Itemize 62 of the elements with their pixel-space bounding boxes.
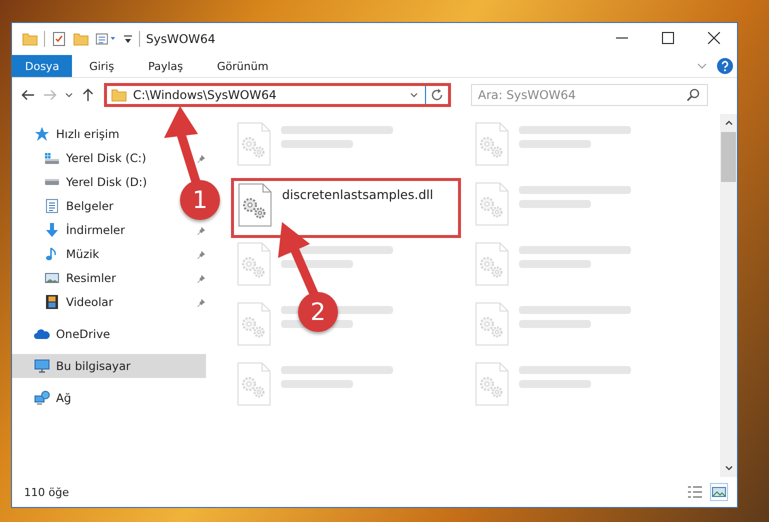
blurred-text-bar: [519, 380, 591, 388]
help-icon[interactable]: [717, 58, 733, 74]
blurred-text-bar: [519, 260, 591, 268]
pin-icon[interactable]: [197, 154, 206, 162]
address-path: C:\Windows\SysWOW64: [133, 88, 278, 102]
pin-icon[interactable]: [197, 250, 206, 258]
close-icon[interactable]: [708, 32, 720, 44]
details-view-icon[interactable]: [687, 484, 703, 500]
folder-icon: [111, 87, 127, 103]
chevron-down-icon[interactable]: [64, 90, 74, 100]
window-title: SysWOW64: [146, 32, 216, 46]
monitor-icon: [34, 358, 50, 374]
ribbon-tab[interactable]: Paylaş: [131, 55, 200, 77]
file-item[interactable]: discretenlastsamples.dll: [231, 178, 461, 238]
blurred-text-bar: [281, 140, 353, 148]
expand-ribbon-icon[interactable]: [697, 61, 707, 71]
sidebar-item[interactable]: Yerel Disk (C:): [44, 146, 146, 170]
scrollbar-thumb[interactable]: [721, 132, 736, 182]
sidebar-item[interactable]: Müzik: [44, 242, 100, 266]
gear-file-icon: [238, 183, 272, 227]
chevron-down-icon[interactable]: [409, 90, 419, 100]
minimize-icon[interactable]: [616, 37, 628, 39]
sidebar-item[interactable]: Bu bilgisayar: [12, 354, 206, 378]
maximize-icon[interactable]: [662, 32, 674, 44]
drive-icon: [44, 152, 60, 164]
checklist-icon[interactable]: [51, 31, 67, 47]
large-icons-view-icon[interactable]: [711, 484, 727, 500]
network-icon: [34, 390, 50, 406]
blurred-text-bar: [519, 320, 591, 328]
blurred-text-bar: [281, 380, 353, 388]
file-name: discretenlastsamples.dll: [282, 187, 434, 202]
sidebar-item[interactable]: Resimler: [44, 266, 116, 290]
pin-icon[interactable]: [197, 226, 206, 234]
sidebar-item[interactable]: İndirmeler: [44, 218, 125, 242]
star-icon: [34, 126, 50, 142]
sidebar-item[interactable]: Hızlı erişim: [34, 122, 120, 146]
item-count: 110 öğe: [24, 486, 69, 498]
sidebar-item[interactable]: OneDrive: [34, 322, 110, 346]
folder-icon: [22, 31, 38, 47]
dropdown-icon[interactable]: [123, 34, 133, 44]
sidebar-item[interactable]: Videolar: [44, 290, 114, 314]
search-field[interactable]: Ara: SysWOW64: [471, 84, 708, 106]
file-menu-tab[interactable]: Dosya: [12, 55, 72, 77]
address-bar[interactable]: C:\Windows\SysWOW64: [104, 83, 451, 107]
ribbon-tab[interactable]: Giriş: [72, 55, 132, 77]
ribbon-tab[interactable]: Görünüm: [200, 55, 286, 77]
sidebar-item[interactable]: Ağ: [34, 386, 72, 410]
sidebar-item[interactable]: Yerel Disk (D:): [44, 170, 148, 194]
document-icon: [44, 198, 60, 214]
blurred-text-bar: [519, 140, 591, 148]
blurred-text-bar: [519, 200, 591, 208]
scrollbar[interactable]: [720, 114, 737, 477]
refresh-icon[interactable]: [430, 88, 444, 102]
properties-icon[interactable]: [95, 31, 117, 47]
sidebar-item[interactable]: Belgeler: [44, 194, 114, 218]
film-strip-icon: [44, 294, 60, 310]
pin-icon[interactable]: [197, 298, 206, 306]
drive-icon: [44, 179, 60, 185]
scroll-down-icon[interactable]: [724, 463, 734, 473]
picture-icon: [44, 270, 60, 286]
pin-icon[interactable]: [197, 274, 206, 282]
download-arrow-icon: [44, 222, 60, 238]
